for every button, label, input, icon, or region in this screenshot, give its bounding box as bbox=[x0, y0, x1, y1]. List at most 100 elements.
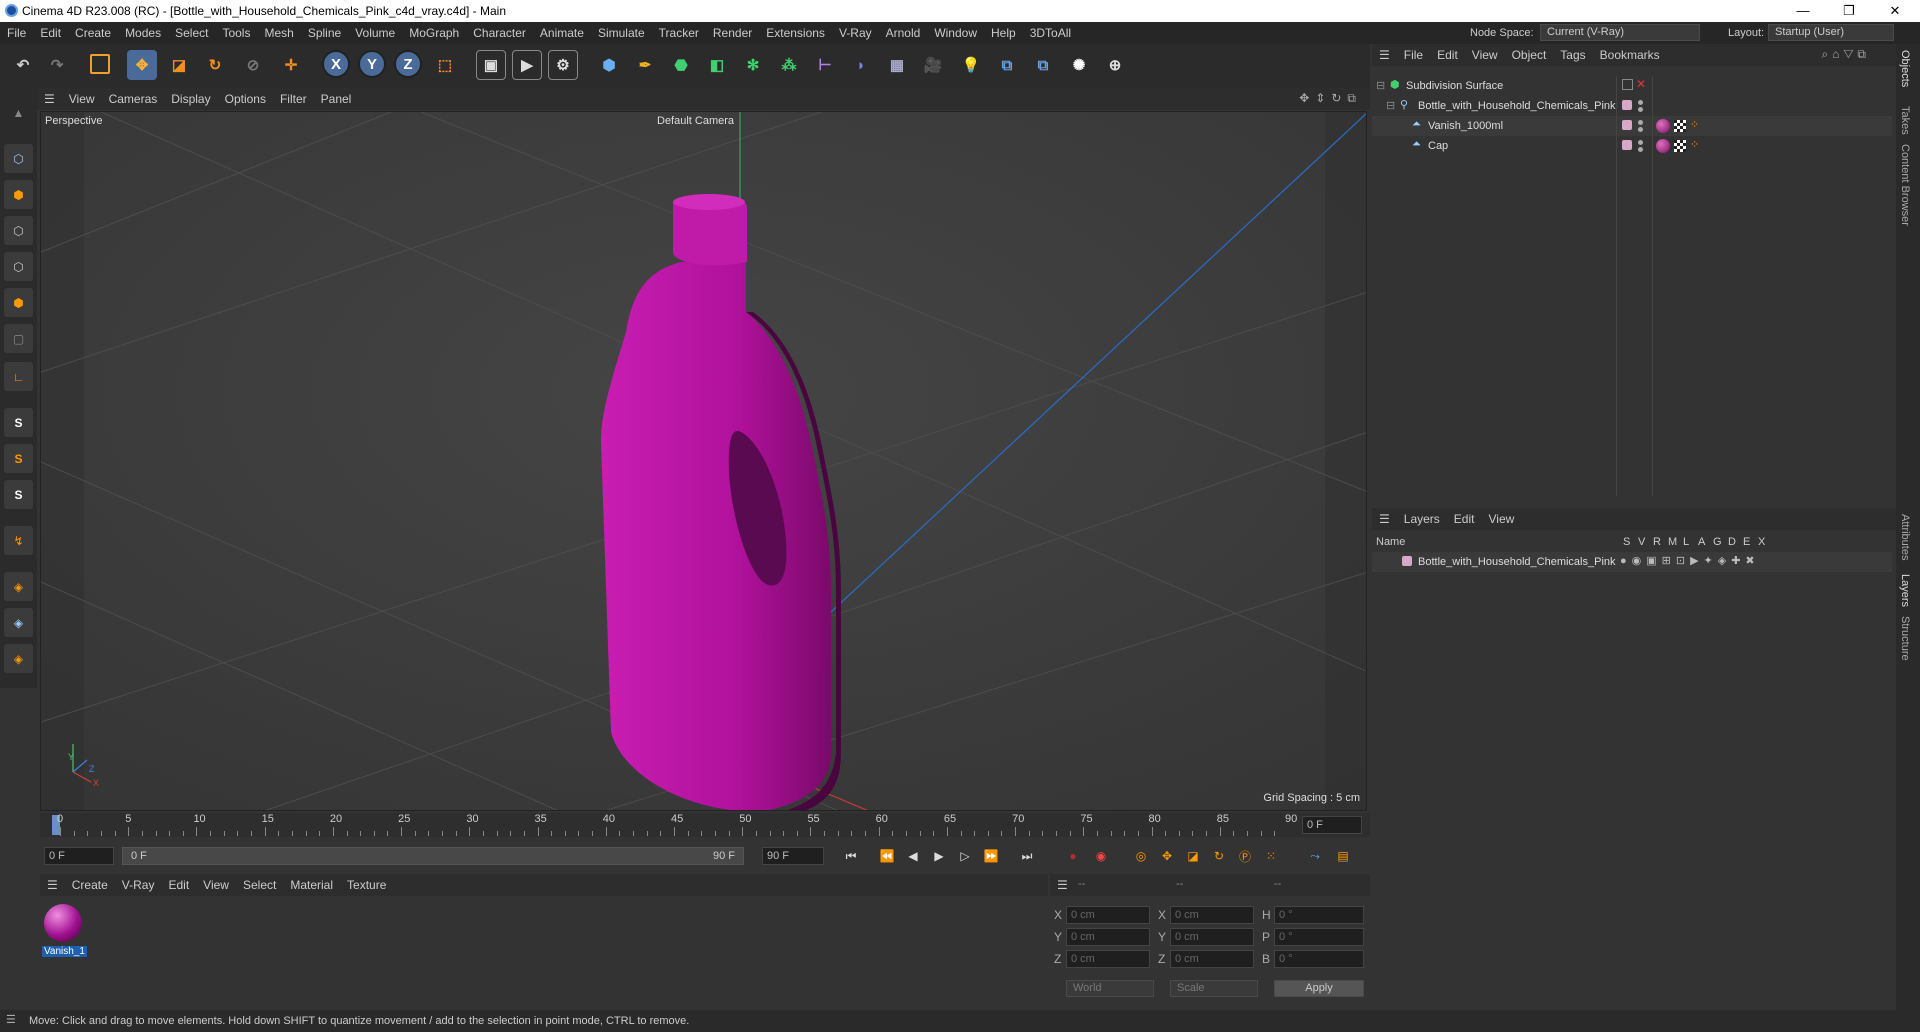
object-menu-file[interactable]: File bbox=[1397, 48, 1430, 62]
layer-color-swatch[interactable] bbox=[1622, 120, 1632, 130]
position-z-field[interactable]: 0 cm bbox=[1066, 950, 1150, 968]
gear-plugin-icon[interactable]: ✺ bbox=[1064, 50, 1094, 80]
maximize-button[interactable]: ❐ bbox=[1826, 0, 1872, 22]
visibility-dot[interactable] bbox=[1638, 140, 1643, 145]
motion-tracks-icon[interactable]: ⤳ bbox=[1304, 845, 1326, 867]
menu-select[interactable]: Select bbox=[168, 26, 215, 40]
prev-frame-icon[interactable]: ◀ bbox=[902, 845, 924, 867]
material-tag-icon[interactable] bbox=[1656, 139, 1670, 153]
coord-system-select[interactable]: World bbox=[1066, 980, 1154, 997]
menu-help[interactable]: Help bbox=[984, 26, 1023, 40]
render-dot[interactable] bbox=[1638, 107, 1643, 112]
tweak-icon[interactable]: ↯ bbox=[4, 526, 33, 555]
tab-content-browser[interactable]: Content Browser bbox=[1899, 144, 1911, 226]
layer-toggle-icons[interactable]: ●◉▣⊞⊡▶✦◈✚✖ bbox=[1620, 554, 1760, 567]
rotation-b-field[interactable]: 0 ° bbox=[1274, 950, 1364, 968]
menu-arnold[interactable]: Arnold bbox=[879, 26, 928, 40]
menu-file[interactable]: File bbox=[0, 26, 33, 40]
layer-menu-edit[interactable]: Edit bbox=[1447, 512, 1482, 526]
apply-button[interactable]: Apply bbox=[1274, 980, 1364, 997]
z-axis-icon[interactable]: Z bbox=[394, 50, 422, 78]
deformer-icon[interactable]: ⊢ bbox=[810, 50, 840, 80]
redo-icon[interactable]: ↷ bbox=[42, 50, 72, 80]
menu-render[interactable]: Render bbox=[706, 26, 759, 40]
polygons-mode-icon[interactable]: ⬢ bbox=[4, 288, 33, 317]
layer-color-swatch[interactable] bbox=[1402, 556, 1412, 566]
cube-icon[interactable]: ⬢ bbox=[594, 50, 624, 80]
layer-menu-layers[interactable]: Layers bbox=[1397, 512, 1447, 526]
object-menu-object[interactable]: Object bbox=[1505, 48, 1554, 62]
material-menu-select[interactable]: Select bbox=[236, 878, 283, 892]
menu-edit[interactable]: Edit bbox=[33, 26, 68, 40]
viewport-menu-display[interactable]: Display bbox=[164, 92, 217, 106]
subdivision-icon[interactable]: ⬣ bbox=[666, 50, 696, 80]
make-editable-icon[interactable]: ▲ bbox=[4, 98, 33, 127]
layer-row[interactable]: Bottle_with_Household_Chemicals_Pink ●◉▣… bbox=[1372, 552, 1892, 572]
start-frame-field[interactable]: 0 F bbox=[44, 847, 114, 865]
material-hamburger-icon[interactable]: ☰ bbox=[40, 878, 65, 892]
record-icon[interactable]: ● bbox=[1062, 845, 1084, 867]
next-frame-icon[interactable]: ▷ bbox=[954, 845, 976, 867]
camera-icon[interactable]: 🎥 bbox=[918, 50, 948, 80]
autokey-icon[interactable]: ◉ bbox=[1090, 845, 1112, 867]
key-pla-icon[interactable]: ⁙ bbox=[1260, 845, 1282, 867]
material-menu-material[interactable]: Material bbox=[283, 878, 340, 892]
layer-color-swatch[interactable] bbox=[1622, 100, 1632, 110]
viewport-menu-filter[interactable]: Filter bbox=[273, 92, 314, 106]
menu-create[interactable]: Create bbox=[68, 26, 118, 40]
object-menu-view[interactable]: View bbox=[1465, 48, 1505, 62]
object-menu-edit[interactable]: Edit bbox=[1430, 48, 1465, 62]
visibility-dot[interactable] bbox=[1638, 120, 1643, 125]
object-menu-bookmarks[interactable]: Bookmarks bbox=[1593, 48, 1667, 62]
mograph-icon[interactable]: ⁂ bbox=[774, 50, 804, 80]
render-region-icon[interactable]: ▣ bbox=[476, 50, 506, 80]
model-mode-icon[interactable]: ⬡ bbox=[4, 144, 33, 173]
move-tool-icon[interactable]: ✥ bbox=[127, 50, 157, 80]
tab-layers[interactable]: Layers bbox=[1899, 574, 1911, 607]
viewport-menu-cameras[interactable]: Cameras bbox=[102, 92, 165, 106]
key-move-icon[interactable]: ✥ bbox=[1156, 845, 1178, 867]
play-icon[interactable]: ▶ bbox=[928, 845, 950, 867]
transform-tool-icon[interactable]: ✛ bbox=[276, 50, 306, 80]
menu-modes[interactable]: Modes bbox=[118, 26, 168, 40]
render-view-icon[interactable]: ▶ bbox=[512, 50, 542, 80]
menu-tracker[interactable]: Tracker bbox=[652, 26, 706, 40]
status-hamburger-icon[interactable]: ☰ bbox=[6, 1013, 16, 1026]
field-icon[interactable]: ◗ bbox=[846, 50, 876, 80]
floor-icon[interactable]: ▦ bbox=[882, 50, 912, 80]
goto-end-icon[interactable]: ⏭ bbox=[1016, 845, 1038, 867]
undo-icon[interactable]: ↶ bbox=[8, 50, 38, 80]
next-key-icon[interactable]: ⏩ bbox=[980, 845, 1002, 867]
material-menu-vray[interactable]: V-Ray bbox=[115, 878, 162, 892]
tab-attributes[interactable]: Attributes bbox=[1899, 514, 1911, 560]
expand-icon[interactable]: ⊟ bbox=[1386, 99, 1395, 112]
grid-plane-icon[interactable]: ◈ bbox=[4, 608, 33, 637]
coordinate-system-icon[interactable]: ⬚ bbox=[430, 50, 460, 80]
edit-toggle-icon[interactable] bbox=[1622, 79, 1633, 90]
key-param-icon[interactable]: Ⓟ bbox=[1234, 845, 1256, 867]
rotation-p-field[interactable]: 0 ° bbox=[1274, 928, 1364, 946]
scale-tool-icon[interactable]: ◪ bbox=[164, 50, 194, 80]
timeline-window-icon[interactable]: ▤ bbox=[1332, 845, 1354, 867]
size-z-field[interactable]: 0 cm bbox=[1170, 950, 1254, 968]
workplane-icon[interactable]: ◈ bbox=[4, 572, 33, 601]
tab-objects[interactable]: Objects bbox=[1899, 50, 1911, 87]
x-axis-icon[interactable]: X bbox=[322, 50, 350, 78]
disable-x-icon[interactable]: ✕ bbox=[1636, 77, 1646, 91]
render-dot[interactable] bbox=[1638, 127, 1643, 132]
layout-select[interactable]: Startup (User) bbox=[1768, 24, 1894, 41]
object-search-icon[interactable]: ⌕⌂▽⧉ bbox=[1821, 47, 1870, 62]
python-icon[interactable]: ⧉ bbox=[992, 50, 1022, 80]
uvw-tag-icon[interactable] bbox=[1674, 120, 1686, 132]
tab-takes[interactable]: Takes bbox=[1899, 106, 1911, 135]
menu-mesh[interactable]: Mesh bbox=[257, 26, 300, 40]
snap-settings-icon[interactable]: S bbox=[4, 444, 33, 473]
key-rotate-icon[interactable]: ↻ bbox=[1208, 845, 1230, 867]
menu-spline[interactable]: Spline bbox=[301, 26, 348, 40]
end-frame-field[interactable]: 90 F bbox=[762, 847, 824, 865]
texture-mode-icon[interactable]: ⬢ bbox=[4, 180, 33, 209]
size-x-field[interactable]: 0 cm bbox=[1170, 906, 1254, 924]
menu-window[interactable]: Window bbox=[927, 26, 984, 40]
edges-mode-icon[interactable]: ⬡ bbox=[4, 252, 33, 281]
menu-animate[interactable]: Animate bbox=[533, 26, 591, 40]
